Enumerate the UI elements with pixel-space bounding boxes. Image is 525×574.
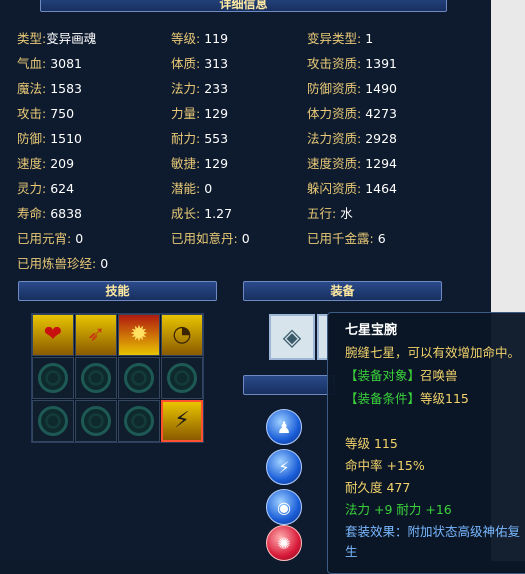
empty-skill-slot[interactable] <box>32 357 74 399</box>
drop-icon: ◉ <box>277 497 291 517</box>
empty-skill-slot[interactable] <box>118 357 160 399</box>
empty-slot-icon <box>38 363 68 393</box>
tooltip-requirement: 【装备条件】等级115 <box>345 391 469 406</box>
stat-magic: 法力: 233 <box>171 81 229 96</box>
empty-slot-icon <box>124 406 154 436</box>
stat-spirit: 灵力: 624 <box>17 181 75 196</box>
stat-agility: 敏捷: 129 <box>171 156 229 171</box>
empty-slot-icon <box>81 406 111 436</box>
stat-hp: 气血: 3081 <box>17 56 83 71</box>
stat-defense: 防御: 1510 <box>17 131 83 146</box>
stat-potential: 潜能: 0 <box>171 181 213 196</box>
stat-magic-aptitude: 法力资质: 2928 <box>307 131 398 146</box>
empty-slot-icon <box>38 406 68 436</box>
empty-slot-icon <box>124 363 154 393</box>
tooltip-level: 等级 115 <box>345 436 398 451</box>
stat-growth: 成长: 1.27 <box>171 206 233 221</box>
skill-slot[interactable]: ❤ <box>32 314 74 356</box>
stat-strength: 力量: 129 <box>171 106 229 121</box>
stat-type: 类型:变异画魂 <box>17 31 97 46</box>
dragon-icon: ✺ <box>277 533 291 553</box>
lightning-icon: ⚡ <box>174 408 190 433</box>
tooltip-item-name: 七星宝腕 <box>345 323 398 338</box>
tooltip-desc: 腕缝七星，可以有效增加命中。 <box>345 345 521 360</box>
tooltip-set-effect-cont: 生 <box>345 544 358 559</box>
stat-endurance: 耐力: 553 <box>171 131 229 146</box>
stat-dodge-aptitude: 躲闪资质: 1464 <box>307 181 398 196</box>
stat-stamina-aptitude: 体力资质: 4273 <box>307 106 398 121</box>
stat-lifespan: 寿命: 6838 <box>17 206 83 221</box>
empty-slot-icon <box>167 363 197 393</box>
arrows-icon: ➶ <box>86 322 106 347</box>
tooltip-hit: 命中率 +15% <box>345 458 425 473</box>
item-tooltip: 七星宝腕 腕缝七星，可以有效增加命中。 【装备对象】召唤兽 【装备条件】等级11… <box>327 312 525 574</box>
stat-used-qianjinlu: 已用千金露: 6 <box>307 231 386 246</box>
tooltip-target: 【装备对象】召唤兽 <box>345 368 458 383</box>
stat-mp: 魔法: 1583 <box>17 81 83 96</box>
detail-header: 详细信息 <box>40 0 447 12</box>
tooltip-durability: 耐久度 477 <box>345 480 411 495</box>
stat-speed: 速度: 209 <box>17 156 75 171</box>
orb-skill[interactable]: ⚡ <box>266 449 302 485</box>
empty-skill-slot[interactable] <box>75 400 117 442</box>
skill-grid: ❤ ➶ ✹ ◔ ⚡ <box>31 313 204 443</box>
stat-speed-aptitude: 速度资质: 1294 <box>307 156 398 171</box>
tooltip-bonus: 法力 +9 耐力 +16 <box>345 502 452 517</box>
skill-slot[interactable]: ✹ <box>118 314 160 356</box>
stat-used-yuanxiao: 已用元宵: 0 <box>17 231 84 246</box>
orb-skill[interactable]: ✺ <box>266 525 302 561</box>
stat-defense-aptitude: 防御资质: 1490 <box>307 81 398 96</box>
crack-icon: ✹ <box>129 322 149 347</box>
stat-used-lianshou: 已用炼兽珍经: 0 <box>17 256 109 271</box>
empty-skill-slot[interactable] <box>118 400 160 442</box>
stat-level: 等级: 119 <box>171 31 229 46</box>
stat-attack-aptitude: 攻击资质: 1391 <box>307 56 398 71</box>
tooltip-set-effect: 套装效果：附加状态高级神佑复 <box>345 524 521 539</box>
stat-used-ruyidan: 已用如意丹: 0 <box>171 231 250 246</box>
skill-slot[interactable]: ◔ <box>161 314 203 356</box>
skill-slot[interactable]: ➶ <box>75 314 117 356</box>
empty-skill-slot[interactable] <box>75 357 117 399</box>
heart-wings-icon: ❤ <box>43 322 63 347</box>
empty-skill-slot[interactable] <box>161 357 203 399</box>
empty-skill-slot[interactable] <box>32 400 74 442</box>
person-icon: ♟ <box>276 417 292 437</box>
equipment-header: 装备 <box>243 281 442 301</box>
stat-element: 五行: 水 <box>307 206 353 221</box>
skills-header: 技能 <box>18 281 217 301</box>
stat-attack: 攻击: 750 <box>17 106 75 121</box>
bracer-icon: ◈ <box>282 323 302 351</box>
stat-constitution: 体质: 313 <box>171 56 229 71</box>
orb-skill[interactable]: ♟ <box>266 409 302 445</box>
lightning-icon: ⚡ <box>278 457 290 477</box>
skill-slot[interactable]: ⚡ <box>161 400 203 442</box>
stat-mutation-type: 变异类型: 1 <box>307 31 374 46</box>
waves-icon: ◔ <box>172 322 192 347</box>
orb-skill[interactable]: ◉ <box>266 489 302 525</box>
secondary-header <box>243 375 335 395</box>
equipment-slot-bracer[interactable]: ◈ <box>269 314 315 360</box>
empty-slot-icon <box>81 363 111 393</box>
